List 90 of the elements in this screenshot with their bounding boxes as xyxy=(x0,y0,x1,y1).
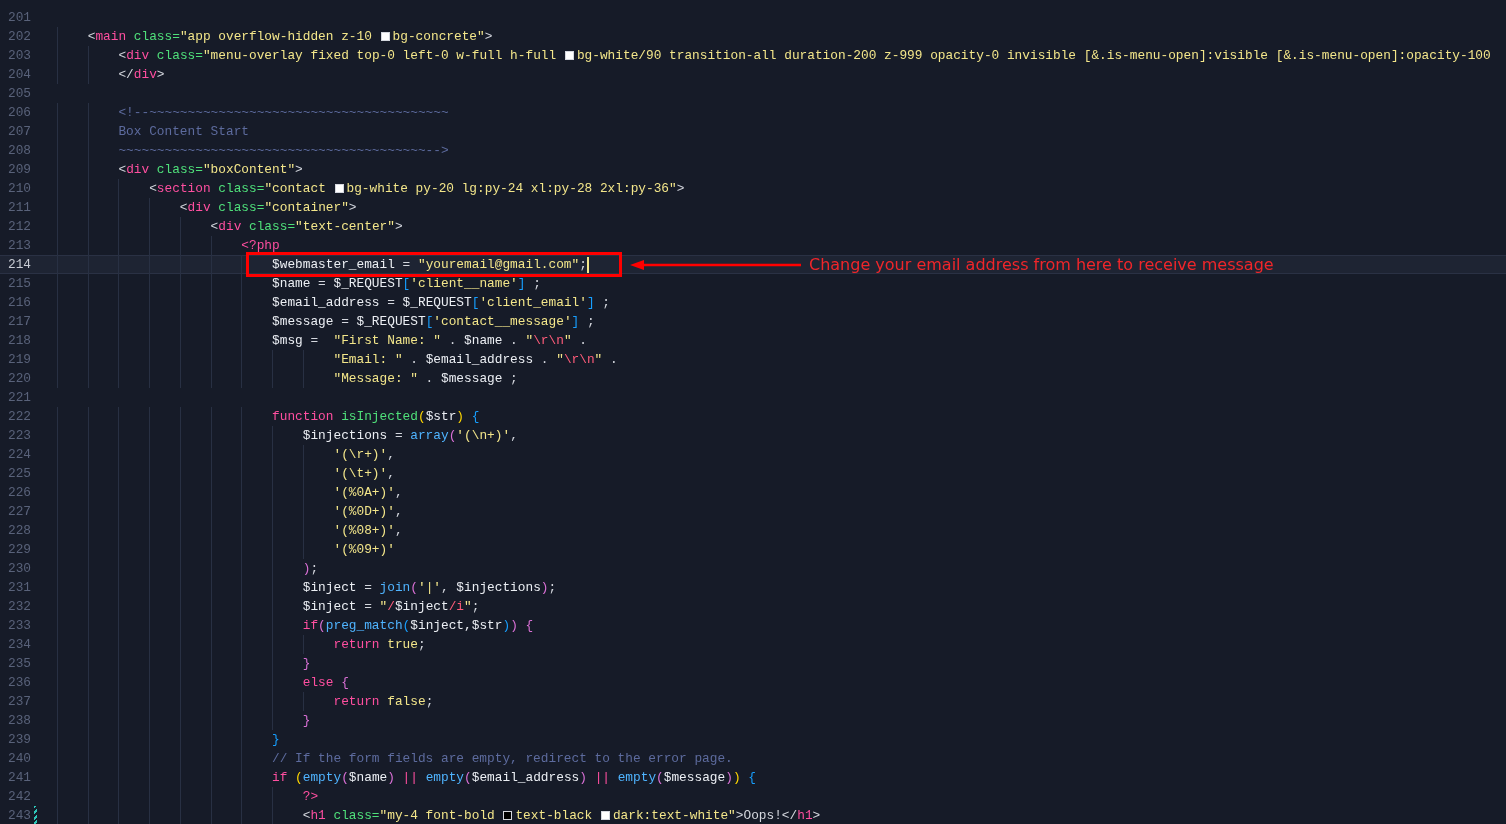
line-number: 218 xyxy=(7,332,31,350)
line-number: 206 xyxy=(7,104,31,122)
line-number: 224 xyxy=(7,446,31,464)
line-number: 214 xyxy=(7,256,31,274)
code-text: if (empty($name) || empty($email_address) || empty($message)) { xyxy=(271,769,756,787)
line-number: 234 xyxy=(7,636,31,654)
line-number: 208 xyxy=(7,142,31,160)
code-text: if(preg_match($inject,$str)) { xyxy=(301,617,534,635)
line-number: 241 xyxy=(7,769,31,787)
line-number: 210 xyxy=(7,180,31,198)
code-text: // If the form fields are empty, redirect to the error page. xyxy=(271,750,733,768)
code-text: <div class="container"> xyxy=(178,199,357,217)
code-text: $injections = array('(\n+)', xyxy=(301,427,518,445)
line-number: 236 xyxy=(7,674,31,692)
line-number: 233 xyxy=(7,617,31,635)
code-text: $inject = join('|', $injections); xyxy=(301,579,557,597)
line-number: 235 xyxy=(7,655,31,673)
line-number: 217 xyxy=(7,313,31,331)
code-text: <!--~~~~~~~~~~~~~~~~~~~~~~~~~~~~~~~~~~~~~~~ xyxy=(117,104,449,122)
line-number: 207 xyxy=(7,123,31,141)
code-text: bg-white py-20 lg:py-24 xl:py-28 2xl:py-36"> xyxy=(346,180,685,198)
code-text: <main class="app overflow-hidden z-10 xyxy=(86,28,373,46)
code-text: <div class="menu-overlay fixed top-0 left-0 w-full h-full xyxy=(117,47,558,65)
line-number: 205 xyxy=(7,85,31,103)
line-number: 232 xyxy=(7,598,31,616)
code-text: } xyxy=(271,731,280,749)
code-text: dark:text-white">Oops!</h1> xyxy=(612,807,821,824)
code-text: ~~~~~~~~~~~~~~~~~~~~~~~~~~~~~~~~~~~~~~~~--> xyxy=(117,142,449,160)
line-number: 227 xyxy=(7,503,31,521)
code-text: '(%0D+)', xyxy=(332,503,403,521)
code-text: <section class="contact xyxy=(148,180,327,198)
line-number: 202 xyxy=(7,28,31,46)
line-number: 226 xyxy=(7,484,31,502)
line-number: 225 xyxy=(7,465,31,483)
line-number: 240 xyxy=(7,750,31,768)
line-number: 219 xyxy=(7,351,31,369)
line-number: 243 xyxy=(7,807,31,824)
line-number: 238 xyxy=(7,712,31,730)
code-text: } xyxy=(301,655,311,673)
code-text: '(%09+)' xyxy=(332,541,395,559)
code-text: Box Content Start xyxy=(117,123,249,141)
code-text: function isInjected($str) { xyxy=(271,408,480,426)
line-number: 231 xyxy=(7,579,31,597)
line-number: 212 xyxy=(7,218,31,236)
code-text: $name = $_REQUEST['client__name'] ; xyxy=(271,275,541,293)
code-text: '(%0A+)', xyxy=(332,484,403,502)
code-text: '(\t+)', xyxy=(332,465,395,483)
line-number: 201 xyxy=(7,9,31,27)
code-text: $inject = "/$inject/i"; xyxy=(301,598,480,616)
code-text: $webmaster_email = "youremail@gmail.com"; xyxy=(271,256,587,274)
line-number: 220 xyxy=(7,370,31,388)
code-text: $message = $_REQUEST['contact__message'] ; xyxy=(271,313,595,331)
code-text: <div class="text-center"> xyxy=(209,218,403,236)
line-number: 222 xyxy=(7,408,31,426)
code-text: "Email: " . $email_address . "\r\n" . xyxy=(332,351,618,369)
line-number: 221 xyxy=(7,389,31,407)
line-number: 228 xyxy=(7,522,31,540)
code-text: "Message: " . $message ; xyxy=(332,370,518,388)
code-text: return false; xyxy=(332,693,434,711)
line-number: 216 xyxy=(7,294,31,312)
line-number: 229 xyxy=(7,541,31,559)
line-number: 215 xyxy=(7,275,31,293)
code-text: <?php xyxy=(240,237,280,255)
line-number: 239 xyxy=(7,731,31,749)
code-text: $msg = "First Name: " . $name . "\r\n" . xyxy=(271,332,587,350)
line-number: 209 xyxy=(7,161,31,179)
code-text: } xyxy=(301,712,311,730)
code-text: bg-white/90 transition-all duration-200 z-999 opacity-0 invisible [&.is-menu-open]:visible [&.is-menu-open]:opacity-100 xyxy=(576,47,1491,65)
code-text: $email_address = $_REQUEST['client_email'] ; xyxy=(271,294,610,312)
code-text: text-black xyxy=(515,807,594,824)
code-text: return true; xyxy=(332,636,426,654)
line-number: 203 xyxy=(7,47,31,65)
line-number: 213 xyxy=(7,237,31,255)
code-text: ); xyxy=(301,560,319,578)
line-number: 242 xyxy=(7,788,31,806)
line-number: 223 xyxy=(7,427,31,445)
line-number: 211 xyxy=(7,199,31,217)
code-text: '(\r+)', xyxy=(332,446,395,464)
line-number: 204 xyxy=(7,66,31,84)
code-text: <div class="boxContent"> xyxy=(117,161,303,179)
code-text: </div> xyxy=(117,66,165,84)
text-cursor xyxy=(586,256,589,273)
code-text: ?> xyxy=(301,788,319,806)
annotation-text: Change your email address from here to receive message xyxy=(809,254,1274,275)
code-text: <h1 class="my-4 font-bold xyxy=(301,807,496,824)
code-text: '(%08+)', xyxy=(332,522,403,540)
code-text: bg-concrete"> xyxy=(392,28,493,46)
line-number: 230 xyxy=(7,560,31,578)
line-number: 237 xyxy=(7,693,31,711)
code-text: else { xyxy=(301,674,349,692)
